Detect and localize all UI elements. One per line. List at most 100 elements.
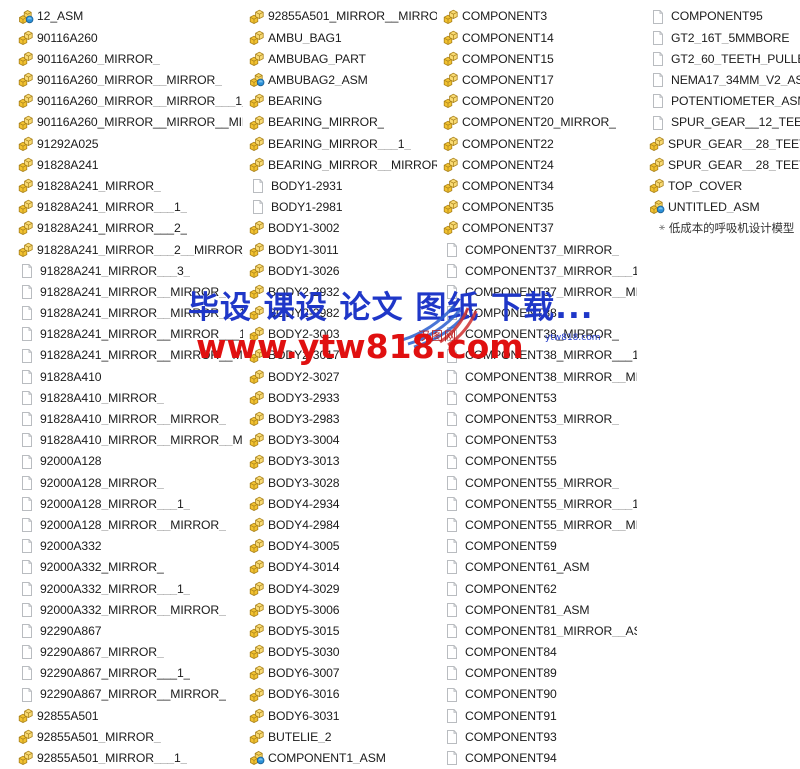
file-list-item[interactable]: BODY4-3029: [249, 578, 437, 599]
file-list-item[interactable]: COMPONENT24: [443, 154, 637, 175]
file-list-item[interactable]: COMPONENT17: [443, 70, 637, 91]
file-list-item[interactable]: BODY1-2931: [249, 176, 437, 197]
file-list-item[interactable]: BODY5-3006: [249, 599, 437, 620]
file-list-item[interactable]: AMBUBAG_PART: [249, 48, 437, 69]
file-list-item[interactable]: GT2_16T_5MMBORE: [649, 27, 800, 48]
file-list-item[interactable]: 91292A025: [18, 133, 243, 154]
file-list-item[interactable]: COMPONENT53_MIRROR_: [443, 409, 637, 430]
file-list-item[interactable]: COMPONENT20: [443, 91, 637, 112]
file-list-item[interactable]: 91828A241_MIRROR__MIRROR__MIRROR: [18, 345, 243, 366]
file-list-item[interactable]: BODY4-2984: [249, 515, 437, 536]
file-list-item[interactable]: COMPONENT35: [443, 197, 637, 218]
file-list-item[interactable]: BODY6-3031: [249, 705, 437, 726]
file-list-item[interactable]: 92290A867_MIRROR_: [18, 642, 243, 663]
file-list-item[interactable]: 92000A128_MIRROR___1_: [18, 493, 243, 514]
file-list-item[interactable]: COMPONENT94: [443, 748, 637, 769]
file-list-item[interactable]: COMPONENT1_ASM: [249, 748, 437, 769]
file-list-item[interactable]: 91828A241_MIRROR___1_: [18, 197, 243, 218]
file-list-item[interactable]: COMPONENT90: [443, 684, 637, 705]
file-list-item[interactable]: COMPONENT93: [443, 726, 637, 747]
file-list-item[interactable]: COMPONENT38_MIRROR_: [443, 324, 637, 345]
file-list-item[interactable]: COMPONENT89: [443, 663, 637, 684]
file-list-item[interactable]: COMPONENT53: [443, 430, 637, 451]
file-list-item[interactable]: BEARING: [249, 91, 437, 112]
file-list-item[interactable]: BODY5-3030: [249, 642, 437, 663]
file-list-item[interactable]: 90116A260_MIRROR__MIRROR___1_: [18, 91, 243, 112]
file-list-item[interactable]: BODY4-2934: [249, 493, 437, 514]
file-list-item[interactable]: 91828A241_MIRROR___2__MIRROR_: [18, 239, 243, 260]
file-list-item[interactable]: 91828A241_MIRROR__MIRROR_: [18, 281, 243, 302]
file-list-item[interactable]: SPUR_GEAR__12_TEETH_: [649, 112, 800, 133]
file-list-item[interactable]: NEMA17_34MM_V2_ASM: [649, 70, 800, 91]
file-list-item[interactable]: 92000A128: [18, 451, 243, 472]
file-list-item[interactable]: 91828A410_MIRROR_: [18, 387, 243, 408]
file-list-item[interactable]: GT2_60_TEETH_PULLEY: [649, 48, 800, 69]
file-list-item[interactable]: COMPONENT37_MIRROR_: [443, 239, 637, 260]
file-list-item[interactable]: COMPONENT14: [443, 27, 637, 48]
file-list-item[interactable]: SPUR_GEAR__28_TEETH___1_: [649, 154, 800, 175]
file-list-item[interactable]: BODY6-3016: [249, 684, 437, 705]
file-list-item[interactable]: COMPONENT37_MIRROR___1_: [443, 260, 637, 281]
file-list-item[interactable]: 91828A410: [18, 366, 243, 387]
file-list-item[interactable]: COMPONENT81_ASM: [443, 599, 637, 620]
file-list-item[interactable]: 91828A241_MIRROR___2_: [18, 218, 243, 239]
file-list-item[interactable]: BODY1-3011: [249, 239, 437, 260]
file-list-item[interactable]: COMPONENT38_MIRROR___1_: [443, 345, 637, 366]
file-list-item[interactable]: BUTELIE_2: [249, 726, 437, 747]
file-list-item[interactable]: BEARING_MIRROR__MIRROR_: [249, 154, 437, 175]
file-list-item[interactable]: 92290A867: [18, 620, 243, 641]
file-list-item[interactable]: 92000A128_MIRROR_: [18, 472, 243, 493]
file-list-item[interactable]: 92855A501_MIRROR_: [18, 726, 243, 747]
file-list-item[interactable]: COMPONENT20_MIRROR_: [443, 112, 637, 133]
file-list-item[interactable]: 12_ASM: [18, 6, 243, 27]
file-list-item[interactable]: COMPONENT84: [443, 642, 637, 663]
file-list-item[interactable]: BODY3-2983: [249, 409, 437, 430]
file-list-item[interactable]: 91828A241_MIRROR_: [18, 176, 243, 197]
file-list-item[interactable]: COMPONENT61_ASM: [443, 557, 637, 578]
file-list-item[interactable]: 92000A128_MIRROR__MIRROR_: [18, 515, 243, 536]
file-list-item[interactable]: COMPONENT55: [443, 451, 637, 472]
file-list-item[interactable]: 90116A260_MIRROR__MIRROR__MIRRO: [18, 112, 243, 133]
file-list-item[interactable]: 91828A410_MIRROR__MIRROR__MIRRO: [18, 430, 243, 451]
file-list-item[interactable]: COMPONENT3: [443, 6, 637, 27]
file-list-item[interactable]: BODY3-3013: [249, 451, 437, 472]
file-list-item[interactable]: COMPONENT22: [443, 133, 637, 154]
file-list-item[interactable]: COMPONENT38_MIRROR__MIRROR_: [443, 366, 637, 387]
file-list-item[interactable]: 92290A867_MIRROR___1_: [18, 663, 243, 684]
file-list-item[interactable]: TOP_COVER: [649, 176, 800, 197]
file-list-item[interactable]: 92855A501_MIRROR__MIRROR_: [249, 6, 437, 27]
file-list-item[interactable]: 91828A241_MIRROR__MIRROR___1_: [18, 324, 243, 345]
file-list-item[interactable]: 91828A241_MIRROR__MIRROR___1_: [18, 303, 243, 324]
file-list-item[interactable]: BODY5-3015: [249, 620, 437, 641]
file-list-item[interactable]: 91828A410_MIRROR__MIRROR_: [18, 409, 243, 430]
file-list-item[interactable]: COMPONENT55_MIRROR__MIRROR_: [443, 515, 637, 536]
file-list-item[interactable]: COMPONENT91: [443, 705, 637, 726]
file-list-item[interactable]: BODY4-3014: [249, 557, 437, 578]
file-list-item[interactable]: 92000A332_MIRROR___1_: [18, 578, 243, 599]
file-list-item[interactable]: BODY1-3026: [249, 260, 437, 281]
file-list-item[interactable]: SPUR_GEAR__28_TEETH_: [649, 133, 800, 154]
file-list-item[interactable]: BODY6-3007: [249, 663, 437, 684]
file-list-item[interactable]: COMPONENT34: [443, 176, 637, 197]
file-list-item[interactable]: COMPONENT62: [443, 578, 637, 599]
file-list-item[interactable]: 92855A501: [18, 705, 243, 726]
file-list-item[interactable]: 92290A867_MIRROR__MIRROR_: [18, 684, 243, 705]
file-list-item[interactable]: COMPONENT37: [443, 218, 637, 239]
file-list-item[interactable]: 90116A260_MIRROR_: [18, 48, 243, 69]
file-list-item[interactable]: AMBUBAG2_ASM: [249, 70, 437, 91]
file-list-item[interactable]: BODY3-2933: [249, 387, 437, 408]
file-list-item[interactable]: COMPONENT37_MIRROR__MIRROR_: [443, 281, 637, 302]
file-list-item[interactable]: BODY2-3003: [249, 324, 437, 345]
file-list-item[interactable]: AMBU_BAG1: [249, 27, 437, 48]
file-list-item[interactable]: 90116A260: [18, 27, 243, 48]
file-list-item[interactable]: BODY2-3017: [249, 345, 437, 366]
file-list-item[interactable]: BODY2-2982: [249, 303, 437, 324]
file-list-item[interactable]: BODY4-3005: [249, 536, 437, 557]
file-list-item[interactable]: 92855A501_MIRROR___1_: [18, 748, 243, 769]
file-list-item[interactable]: COMPONENT15: [443, 48, 637, 69]
file-list-item[interactable]: BODY3-3004: [249, 430, 437, 451]
file-list-item[interactable]: BEARING_MIRROR___1_: [249, 133, 437, 154]
file-list-item[interactable]: POTENTIOMETER_ASM: [649, 91, 800, 112]
file-list-item[interactable]: COMPONENT53: [443, 387, 637, 408]
file-list-item[interactable]: BODY3-3028: [249, 472, 437, 493]
